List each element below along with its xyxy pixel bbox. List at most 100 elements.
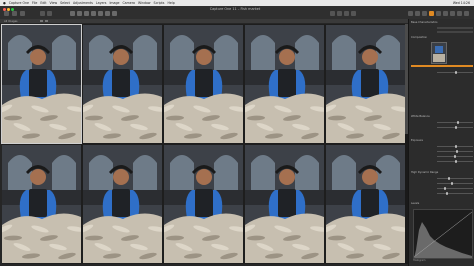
capture-tab-icon[interactable] [415,11,420,16]
exposure-tab-icon[interactable] [436,11,441,16]
vendor-apron [278,189,296,217]
crop-tool-icon[interactable] [84,11,89,16]
vendor-apron [361,189,379,217]
proof-icon[interactable] [344,11,349,16]
adjustments-tab-icon[interactable] [450,11,455,16]
picker-tool-icon[interactable] [112,11,117,16]
search-icon[interactable] [45,20,48,22]
slider-knob[interactable] [444,187,447,190]
slider-knob[interactable] [456,121,459,124]
contrast-slider[interactable] [437,150,473,153]
histogram-label: Histogram [413,259,426,262]
menu-app[interactable]: Capture One [9,1,29,5]
library-tab-icon[interactable] [408,11,413,16]
slider-knob[interactable] [447,177,450,180]
lens-tab-icon[interactable] [422,11,427,16]
saturation-slider[interactable] [437,160,473,163]
loupe-icon[interactable] [337,11,342,16]
metadata-tab-icon[interactable] [457,11,462,16]
vendor-apron [195,69,213,97]
brightness-slider[interactable] [437,155,473,158]
thumbnail-9[interactable] [245,145,324,263]
menu-layers[interactable]: Layers [96,1,107,5]
section-base-characteristics[interactable]: Base Characteristics [411,21,473,24]
section-white-balance[interactable]: White Balance [411,115,473,118]
slider-knob[interactable] [455,145,457,148]
section-composition[interactable]: Composition [411,36,473,39]
thumbnail-5[interactable] [326,25,405,143]
slider-knob[interactable] [455,150,458,153]
browser-filter-label[interactable]: All Images [4,20,18,23]
curve-dropdown[interactable] [437,30,473,33]
thumbnail-1[interactable] [1,24,82,144]
zoom-tool-icon[interactable] [77,11,82,16]
profile-dropdown[interactable] [437,26,473,29]
section-exposure[interactable]: Exposure [411,139,473,142]
thumbnail-10[interactable] [326,145,405,263]
vendor-face [279,169,295,185]
shadow-slider[interactable] [437,182,473,185]
menu-edit[interactable]: Edit [40,1,46,5]
thumbnail-6[interactable] [2,145,81,263]
window-title: Capture One 11 – Fish market [209,7,261,11]
sort-icon[interactable] [40,20,43,22]
white-slider[interactable] [437,187,473,190]
slider-knob[interactable] [455,126,457,129]
menu-view[interactable]: View [50,1,58,5]
menu-clock: Wed 14:26 [452,1,470,5]
slider-knob[interactable] [446,192,448,195]
vendor-apron [112,69,130,97]
exposure-slider[interactable] [437,145,473,148]
output-tab-icon[interactable] [464,11,469,16]
thumbnail-4[interactable] [245,25,324,143]
kelvin-slider[interactable] [437,121,473,124]
menu-select[interactable]: Select [60,1,70,5]
section-hdr[interactable]: High Dynamic Range [411,171,473,174]
vendor-apron [195,189,213,217]
thumbnail-3[interactable] [164,25,243,143]
section-levels[interactable]: Levels [411,202,473,205]
thumbnail-7[interactable] [83,145,162,263]
menu-file[interactable]: File [32,1,37,5]
histogram[interactable] [413,209,473,259]
keystone-tool-icon[interactable] [98,11,103,16]
import-icon[interactable] [4,11,9,16]
apple-icon[interactable]: ● [3,1,6,5]
details-tab-icon[interactable] [443,11,448,16]
menu-scripts[interactable]: Scripts [154,1,165,5]
camera-icon[interactable] [12,11,17,16]
thumbnail-2[interactable] [83,25,162,143]
fish-market-photo [164,145,243,263]
slider-knob[interactable] [455,71,457,74]
navigator-preview[interactable] [431,42,447,64]
redo-icon[interactable] [47,11,52,16]
navigator-fish [433,54,445,62]
rotation-slider[interactable] [437,71,473,74]
histogram-graph [413,211,473,258]
thumbnail-8[interactable] [164,145,243,263]
menu-help[interactable]: Help [167,1,174,5]
slider-knob[interactable] [455,160,457,163]
grid-view-icon[interactable] [330,11,335,16]
slider-knob[interactable] [454,155,457,158]
vendor-apron [361,69,379,97]
navigator-figure [435,46,443,53]
undo-icon[interactable] [40,11,45,16]
brush-tool-icon[interactable] [105,11,110,16]
menu-camera[interactable]: Camera [122,1,135,5]
tint-slider[interactable] [437,126,473,129]
menu-window[interactable]: Window [138,1,151,5]
library-icon[interactable] [20,11,25,16]
fish-market-photo [245,25,324,143]
exposure-warning-icon[interactable] [351,11,356,16]
highlight-slider[interactable] [437,177,473,180]
menu-adjustments[interactable]: Adjustments [73,1,93,5]
slider-knob[interactable] [451,182,454,185]
vendor-apron [112,189,130,217]
color-tab-icon[interactable] [429,11,434,16]
pan-tool-icon[interactable] [70,11,75,16]
menu-image[interactable]: Image [109,1,119,5]
black-slider[interactable] [437,192,473,195]
vendor-face [30,169,46,185]
rotate-tool-icon[interactable] [91,11,96,16]
